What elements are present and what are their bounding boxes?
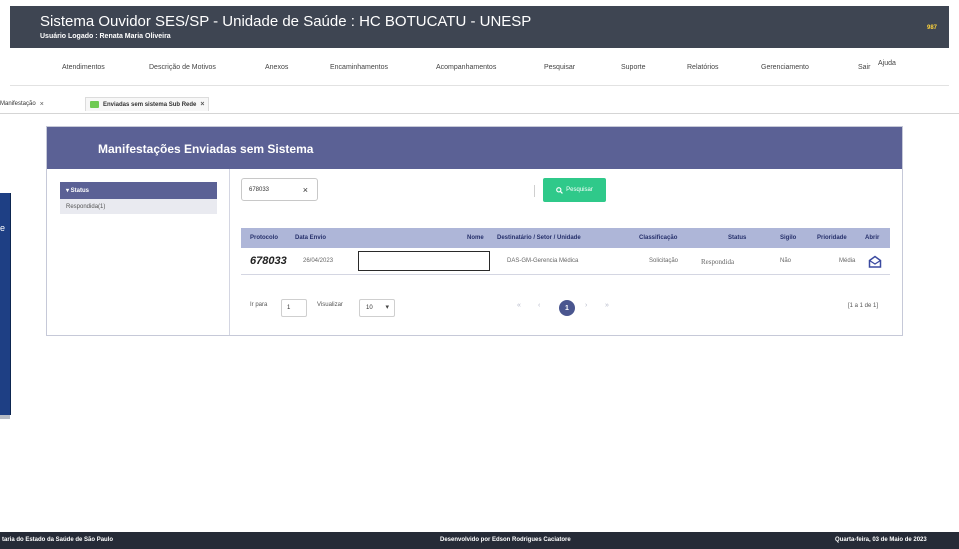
- record-count: [1 a 1 de 1]: [848, 303, 879, 309]
- footer-date: Quarta-feira, 03 de Maio de 2023: [835, 537, 927, 543]
- goto-page-label: Ir para: [250, 302, 268, 308]
- footer-left-text: taria do Estado da Saúde de São Paulo: [2, 537, 114, 543]
- column-sigilo[interactable]: Sigilo: [780, 235, 796, 241]
- manifestacoes-panel: Manifestações Enviadas sem Sistema ▾ Sta…: [46, 126, 903, 336]
- status-filter-header[interactable]: ▾ Status: [60, 182, 217, 199]
- menu-item-relatorios[interactable]: Relatórios: [687, 64, 719, 71]
- background-window-edge-line: [0, 415, 10, 419]
- page-size-label: Visualizar: [317, 302, 343, 308]
- previous-page-button[interactable]: ‹: [538, 302, 540, 309]
- menu-item-gerenciamento[interactable]: Gerenciamento: [761, 64, 809, 71]
- cell-destinatario: DAS-GM-Gerencia Médica: [507, 258, 579, 264]
- cell-data-envio: 26/04/2023: [303, 258, 334, 264]
- page-size-value: 10: [366, 305, 373, 311]
- panel-title: Manifestações Enviadas sem Sistema: [98, 142, 314, 156]
- app-header: Sistema Ouvidor SES/SP - Unidade de Saúd…: [10, 6, 949, 48]
- tab-label: Enviadas sem sistema Sub Rede: [103, 101, 197, 108]
- table-row[interactable]: 678033 26/04/2023 DAS-GM-Gerencia Médica…: [241, 248, 890, 275]
- first-page-button[interactable]: «: [517, 302, 521, 309]
- app-title: Sistema Ouvidor SES/SP - Unidade de Saúd…: [40, 13, 532, 30]
- chevron-down-icon: ▾: [385, 304, 389, 311]
- tab-label: Manifestação: [0, 101, 36, 107]
- background-window-glyph: e: [0, 223, 6, 233]
- filter-sidebar: ▾ Status Respondida(1): [47, 169, 230, 335]
- menu-item-encaminhamentos[interactable]: Encaminhamentos: [330, 64, 388, 71]
- column-nome[interactable]: Nome: [467, 235, 484, 241]
- tab-enviadas-sem-sistema[interactable]: Enviadas sem sistema Sub Rede ×: [85, 97, 210, 111]
- column-destinatario[interactable]: Destinatário / Setor / Unidade: [497, 235, 581, 241]
- main-menu: Atendimentos Descrição de Motivos Anexos…: [10, 48, 949, 86]
- menu-item-suporte[interactable]: Suporte: [621, 64, 646, 71]
- tab-bar: Manifestação × Enviadas sem sistema Sub …: [0, 92, 959, 114]
- cell-protocolo: 678033: [250, 255, 287, 267]
- table-header: Protocolo Data Envio Nome Destinatário /…: [241, 228, 890, 248]
- logged-user: Usuário Logado : Renata Maria Oliveira: [40, 33, 171, 40]
- menu-item-acompanhamentos[interactable]: Acompanhamentos: [436, 64, 496, 71]
- close-icon[interactable]: ×: [40, 101, 44, 108]
- menu-item-atendimentos[interactable]: Atendimentos: [62, 64, 105, 71]
- menu-item-sair[interactable]: Sair: [858, 64, 870, 71]
- header-badge: 987: [926, 25, 937, 31]
- search-button[interactable]: Pesquisar: [543, 178, 606, 202]
- menu-item-ajuda[interactable]: Ajuda: [878, 60, 896, 67]
- divider: [534, 185, 535, 197]
- column-prioridade[interactable]: Prioridade: [817, 235, 847, 241]
- search-button-label: Pesquisar: [566, 187, 593, 193]
- cell-classificacao: Solicitação: [649, 258, 679, 264]
- footer-bar: taria do Estado da Saúde de São Paulo De…: [0, 532, 959, 549]
- goto-page-input[interactable]: 1: [281, 299, 307, 317]
- footer-credit: Desenvolvido por Edson Rodrigues Caciato…: [440, 537, 571, 543]
- panel-header: Manifestações Enviadas sem Sistema: [47, 127, 902, 169]
- column-abrir: Abrir: [865, 235, 880, 241]
- close-icon[interactable]: ×: [200, 101, 204, 108]
- column-classificacao[interactable]: Classificação: [639, 235, 677, 241]
- status-filter-respondida[interactable]: Respondida(1): [60, 199, 217, 214]
- menu-item-anexos[interactable]: Anexos: [265, 64, 288, 71]
- app-window: Sistema Ouvidor SES/SP - Unidade de Saúd…: [0, 0, 959, 549]
- column-data-envio[interactable]: Data Envio: [295, 235, 326, 241]
- search-icon: [556, 186, 564, 194]
- tab-color-marker: [90, 101, 99, 108]
- next-page-button[interactable]: ›: [585, 302, 587, 309]
- cell-nome[interactable]: [358, 251, 490, 271]
- tab-manifestacao[interactable]: Manifestação ×: [0, 97, 44, 111]
- cell-status: Respondida: [701, 258, 735, 266]
- search-input[interactable]: 678033 ×: [241, 178, 318, 201]
- search-input-value: 678033: [249, 186, 270, 193]
- cell-sigilo: Não: [780, 258, 792, 264]
- column-protocolo[interactable]: Protocolo: [250, 235, 278, 241]
- open-envelope-icon[interactable]: [868, 255, 882, 268]
- menu-item-descricao-motivos[interactable]: Descrição de Motivos: [149, 64, 216, 71]
- cell-prioridade: Média: [839, 258, 856, 264]
- column-status[interactable]: Status: [728, 235, 746, 241]
- menu-item-pesquisar[interactable]: Pesquisar: [544, 64, 575, 71]
- clear-search-icon[interactable]: ×: [303, 185, 308, 195]
- page-number-current[interactable]: 1: [559, 300, 575, 316]
- last-page-button[interactable]: »: [605, 302, 609, 309]
- page-size-select[interactable]: 10 ▾: [359, 299, 395, 317]
- background-window-edge: e: [0, 193, 10, 415]
